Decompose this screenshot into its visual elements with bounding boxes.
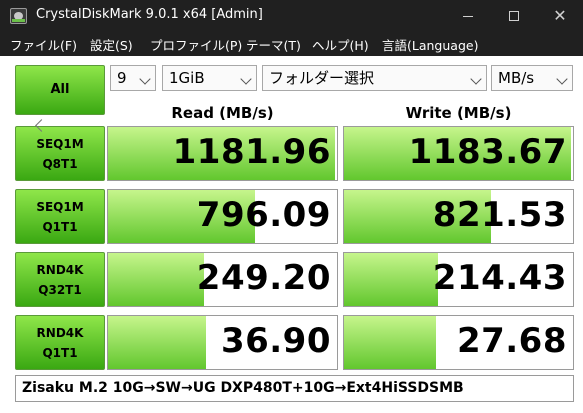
test-params: Q32T1 <box>38 283 82 297</box>
test-name: SEQ1M <box>36 137 84 151</box>
count-select[interactable]: 9 <box>110 65 156 91</box>
test-button-rnd4k-q32t1[interactable]: RND4K Q32T1 <box>15 252 105 307</box>
chevron-down-icon <box>470 73 482 85</box>
menu-help[interactable]: ヘルプ(H) <box>312 35 369 54</box>
folder-value: フォルダー選択 <box>269 69 375 87</box>
write-header: Write (MB/s) <box>405 104 512 122</box>
test-name: RND4K <box>36 263 84 277</box>
read-result-rnd4k-q32t1: 249.20 <box>107 252 338 307</box>
menu-theme[interactable]: テーマ(T) <box>246 35 301 54</box>
all-button[interactable]: All <box>15 65 105 115</box>
write-result-seq1m-q8t1: 1183.67 <box>343 126 574 181</box>
size-select[interactable]: 1GiB <box>162 65 257 91</box>
window-title: CrystalDiskMark 9.0.1 x64 [Admin] <box>36 7 263 22</box>
main-panel: All 9 1GiB フォルダー選択 MB/s Read (MB/s) Writ… <box>0 56 583 413</box>
test-name: RND4K <box>36 326 84 340</box>
menu-settings[interactable]: 設定(S) <box>90 35 133 54</box>
read-result-rnd4k-q1t1: 36.90 <box>107 315 338 370</box>
test-button-seq1m-q8t1[interactable]: SEQ1M Q8T1 <box>15 126 105 181</box>
read-result-seq1m-q8t1: 1181.96 <box>107 126 338 181</box>
read-value: 1181.96 <box>172 132 331 172</box>
unit-select[interactable]: MB/s <box>491 65 573 91</box>
test-params: Q8T1 <box>42 157 78 171</box>
minimize-button[interactable] <box>445 0 491 32</box>
menu-language[interactable]: 言語(Language) <box>382 35 478 54</box>
test-button-seq1m-q1t1[interactable]: SEQ1M Q1T1 <box>15 189 105 244</box>
write-result-rnd4k-q32t1: 214.43 <box>343 252 574 307</box>
read-bar <box>108 316 207 369</box>
maximize-icon <box>509 11 519 21</box>
chevron-down-icon <box>556 73 568 85</box>
chevron-down-icon <box>139 73 151 85</box>
write-bar <box>344 253 438 306</box>
menu-file[interactable]: ファイル(F) <box>10 35 77 54</box>
read-bar <box>108 253 205 306</box>
read-value: 796.09 <box>196 195 331 235</box>
write-value: 1183.67 <box>408 132 567 172</box>
count-value: 9 <box>117 69 127 87</box>
read-value: 249.20 <box>196 258 331 298</box>
comment-field[interactable]: Zisaku M.2 10G→SW→UG DXP480T+10G→Ext4HiS… <box>15 375 574 402</box>
read-value: 36.90 <box>220 321 331 361</box>
title-bar: CrystalDiskMark 9.0.1 x64 [Admin] ✕ <box>0 0 583 32</box>
size-value: 1GiB <box>169 69 205 87</box>
test-name: SEQ1M <box>36 200 84 214</box>
app-icon <box>10 8 27 24</box>
unit-value: MB/s <box>498 69 535 87</box>
maximize-button[interactable] <box>491 0 537 32</box>
write-bar <box>344 316 436 369</box>
test-params: Q1T1 <box>42 346 78 360</box>
close-icon: ✕ <box>553 6 567 25</box>
read-header: Read (MB/s) <box>171 104 274 122</box>
read-result-seq1m-q1t1: 796.09 <box>107 189 338 244</box>
test-button-rnd4k-q1t1[interactable]: RND4K Q1T1 <box>15 315 105 370</box>
write-value: 27.68 <box>456 321 567 361</box>
test-params: Q1T1 <box>42 220 78 234</box>
menu-profile[interactable]: プロファイル(P) <box>150 35 242 54</box>
menu-bar: ファイル(F) 設定(S) プロファイル(P) テーマ(T) ヘルプ(H) 言語… <box>0 32 583 56</box>
chevron-down-icon <box>240 73 252 85</box>
write-value: 821.53 <box>432 195 567 235</box>
close-button[interactable]: ✕ <box>537 0 583 32</box>
write-result-seq1m-q1t1: 821.53 <box>343 189 574 244</box>
write-value: 214.43 <box>432 258 567 298</box>
folder-select[interactable]: フォルダー選択 <box>262 65 487 91</box>
write-result-rnd4k-q1t1: 27.68 <box>343 315 574 370</box>
minimize-icon <box>463 15 473 17</box>
